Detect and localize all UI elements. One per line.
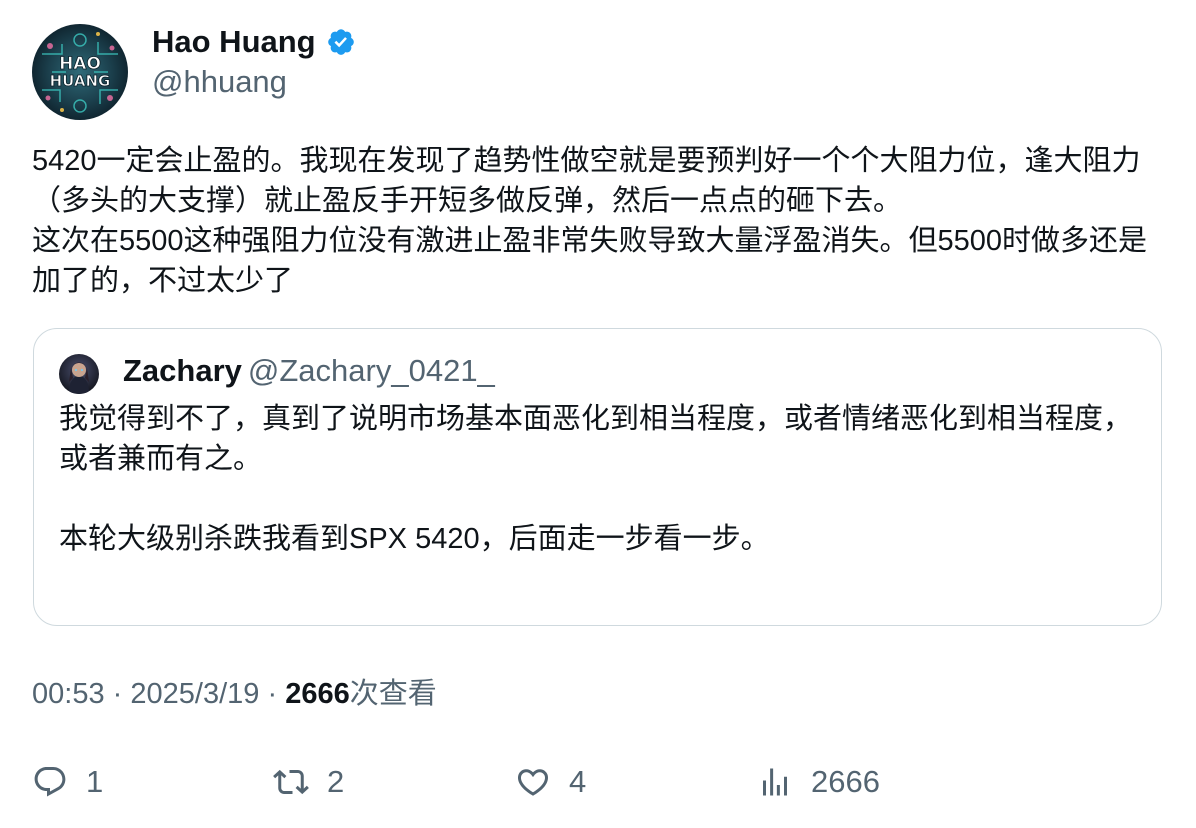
views-label: 次查看	[349, 678, 437, 710]
author-handle[interactable]: @hhuang	[152, 62, 287, 102]
verified-badge-icon[interactable]	[326, 27, 356, 57]
author-avatar[interactable]: HAO HUANG	[32, 24, 128, 120]
retweet-count: 2	[327, 764, 345, 799]
quote-author-name: Zachary	[123, 353, 242, 388]
views-count: 2666	[285, 678, 350, 710]
tweet-meta: 00:53 · 2025/3/19 · 2666次查看	[32, 674, 437, 714]
meta-separator: ·	[267, 678, 278, 710]
quote-author-avatar	[59, 354, 99, 394]
quote-text: 我觉得到不了，真到了说明市场基本面恶化到相当程度，或者情绪恶化到相当程度，或者兼…	[59, 403, 1133, 555]
tweet-action-bar: 1 2 4 2666	[0, 760, 1196, 804]
like-count: 4	[569, 764, 587, 799]
tweet-text: 5420一定会止盈的。我现在发现了趋势性做空就是要预判好一个个大阻力位，逢大阻力…	[32, 145, 1148, 297]
retweet-icon	[273, 764, 309, 800]
views-count-action: 2666	[811, 764, 880, 799]
svg-text:HAO: HAO	[59, 54, 101, 74]
like-icon	[515, 764, 551, 800]
retweet-button[interactable]: 2	[273, 760, 344, 804]
quote-author-row: Zachary @Zachary_0421_	[123, 351, 495, 391]
reply-icon	[32, 764, 68, 800]
author-display-name[interactable]: Hao Huang	[152, 22, 316, 62]
views-button[interactable]: 2666	[757, 760, 880, 804]
quote-author-handle: @Zachary_0421_	[247, 353, 495, 388]
meta-separator: ·	[112, 678, 123, 710]
author-name-row: Hao Huang	[152, 22, 356, 62]
avatar-image: HAO HUANG	[32, 24, 128, 120]
like-button[interactable]: 4	[515, 760, 586, 804]
svg-text:HUANG: HUANG	[50, 72, 111, 90]
reply-count: 1	[86, 764, 104, 799]
tweet-date[interactable]: 2025/3/19	[130, 678, 259, 710]
views-icon	[757, 764, 793, 800]
reply-button[interactable]: 1	[32, 760, 103, 804]
quoted-tweet-card[interactable]: Zachary @Zachary_0421_ 我觉得到不了，真到了说明市场基本面恶…	[33, 328, 1162, 626]
tweet-time[interactable]: 00:53	[32, 678, 105, 710]
